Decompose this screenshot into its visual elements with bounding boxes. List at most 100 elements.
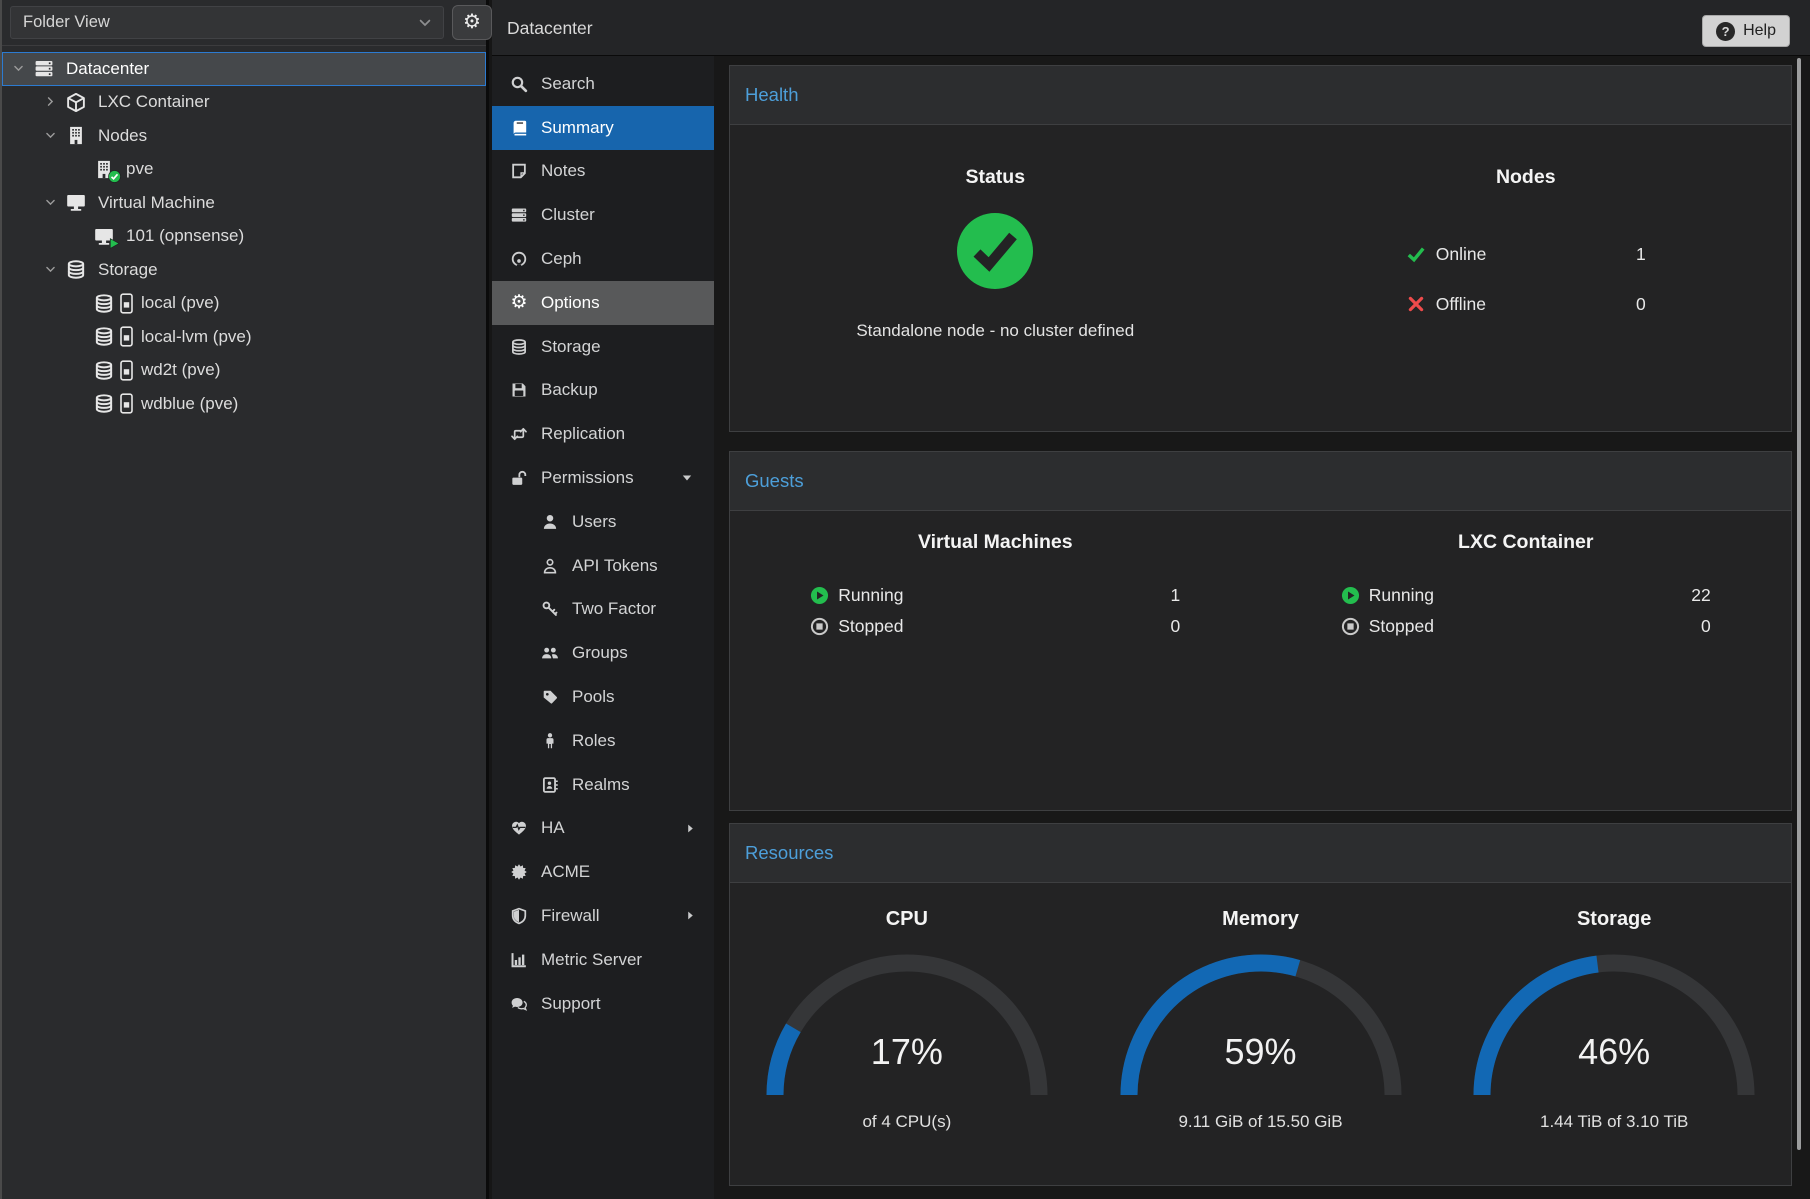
menu-item-notes[interactable]: Notes [492,150,714,194]
nodes-status-column: Nodes Online 1 Offline 0 [1261,125,1792,431]
gauge-memory: Memory 59% 9.11 GiB of 15.50 GiB [1084,883,1438,1185]
disk-icon [120,326,133,347]
guests-column-lxc-container: LXC Container Running 22 Stopped 0 [1261,511,1792,810]
tree-item-local-pve[interactable]: local (pve) [2,287,486,321]
view-mode-select[interactable]: Folder View [10,6,444,39]
nodes-heading: Nodes [1496,166,1556,189]
menu-item-two-factor[interactable]: Two Factor [492,588,714,632]
health-panel: Health Status Standalone node - no clust… [729,65,1792,432]
menu-item-permissions[interactable]: Permissions [492,456,714,500]
menu-item-search[interactable]: Search [492,62,714,106]
menu-item-cluster[interactable]: Cluster [492,193,714,237]
gear-icon: ⚙ [463,11,481,33]
chevron-down-icon[interactable] [8,62,28,76]
tree-item-label: local (pve) [141,293,219,313]
tree-item-label: pve [126,159,153,179]
desktop-icon [92,226,116,247]
tree-item-101-opnsense[interactable]: 101 (opnsense) [2,220,486,254]
tree-item-label: 101 (opnsense) [126,226,244,246]
guest-count-value: 0 [1701,616,1711,637]
heartbeat-icon [510,819,528,837]
status-heading: Status [965,166,1025,189]
menu-item-replication[interactable]: Replication [492,412,714,456]
menu-item-storage[interactable]: Storage [492,325,714,369]
gauge-percent: 46% [1464,1031,1764,1073]
menu-item-roles[interactable]: Roles [492,719,714,763]
users-icon [541,644,559,662]
database-icon [510,338,528,356]
gauge-percent: 59% [1111,1031,1411,1073]
guest-state-label: Running [1369,585,1692,606]
menu-item-users[interactable]: Users [492,500,714,544]
menu-item-label: Summary [541,118,614,138]
check-badge-icon [108,170,121,183]
comments-icon [510,995,528,1013]
node-status-row-online: Online 1 [1406,229,1646,279]
database-icon [92,393,116,414]
menu-item-label: Options [541,293,600,313]
tree-item-wdblue-pve[interactable]: wdblue (pve) [2,387,486,421]
tree-item-datacenter[interactable]: Datacenter [2,52,486,86]
user-o-icon [541,557,559,575]
floppy-icon [510,381,528,399]
database-icon [92,293,116,314]
menu-item-label: Two Factor [572,599,656,619]
help-button[interactable]: ? Help [1702,15,1790,47]
chevron-right-icon[interactable] [40,95,60,109]
tree-item-pve[interactable]: pve [2,153,486,187]
chart-icon [510,951,528,969]
summary-content: Health Status Standalone node - no clust… [714,56,1810,1199]
menu-item-label: Ceph [541,249,582,269]
chevron-down-icon[interactable] [40,129,60,143]
vertical-scrollbar[interactable] [1797,58,1801,1150]
menu-item-metric-server[interactable]: Metric Server [492,938,714,982]
menu-item-ha[interactable]: HA [492,807,714,851]
gauge-heading: Storage [1577,908,1651,931]
menu-item-realms[interactable]: Realms [492,763,714,807]
menu-item-label: Cluster [541,205,595,225]
menu-item-api-tokens[interactable]: API Tokens [492,544,714,588]
menu-item-label: Groups [572,643,628,663]
play-circle-icon [1341,586,1360,605]
menu-item-label: Search [541,74,595,94]
guests-column-virtual-machines: Virtual Machines Running 1 Stopped 0 [730,511,1261,810]
menu-item-support[interactable]: Support [492,982,714,1026]
question-circle-icon: ? [1716,22,1735,41]
chevron-down-icon[interactable] [40,196,60,210]
guest-row-running: Running 22 [1341,580,1711,611]
node-status-label: Online [1436,244,1636,265]
gauge-caption: of 4 CPU(s) [862,1112,951,1132]
menu-item-options[interactable]: ⚙Options [492,281,714,325]
menu-item-label: Support [541,994,601,1014]
menu-item-ceph[interactable]: Ceph [492,237,714,281]
building-icon [92,159,116,180]
chevron-down-icon[interactable] [40,263,60,277]
node-status-label: Offline [1436,294,1636,315]
menu-item-label: Users [572,512,616,532]
guest-count-value: 22 [1691,585,1710,606]
expander-spacer [68,229,88,243]
tree-settings-button[interactable]: ⚙ [452,5,492,40]
status-message: Standalone node - no cluster defined [856,321,1134,341]
menu-item-label: ACME [541,862,590,882]
nodes-rows: Online 1 Offline 0 [1406,229,1646,329]
caret-down-icon[interactable] [680,471,694,485]
tree-item-virtual-machine[interactable]: Virtual Machine [2,186,486,220]
guest-state-label: Stopped [838,616,1170,637]
tree-item-local-lvm-pve[interactable]: local-lvm (pve) [2,320,486,354]
tree-topbar: Folder View ⚙ [2,0,486,46]
menu-item-groups[interactable]: Groups [492,631,714,675]
tree-item-wd2t-pve[interactable]: wd2t (pve) [2,354,486,388]
tree-item-lxc-container[interactable]: LXC Container [2,86,486,120]
guests-panel: Guests Virtual Machines Running 1 Stoppe… [729,451,1792,811]
stop-circle-icon [1341,617,1360,636]
menu-item-backup[interactable]: Backup [492,369,714,413]
tree-item-label: wd2t (pve) [141,360,220,380]
guests-heading: Virtual Machines [918,531,1073,554]
menu-item-acme[interactable]: ACME [492,850,714,894]
tree-item-nodes[interactable]: Nodes [2,119,486,153]
menu-item-summary[interactable]: Summary [492,106,714,150]
menu-item-firewall[interactable]: Firewall [492,894,714,938]
menu-item-pools[interactable]: Pools [492,675,714,719]
tree-item-storage[interactable]: Storage [2,253,486,287]
